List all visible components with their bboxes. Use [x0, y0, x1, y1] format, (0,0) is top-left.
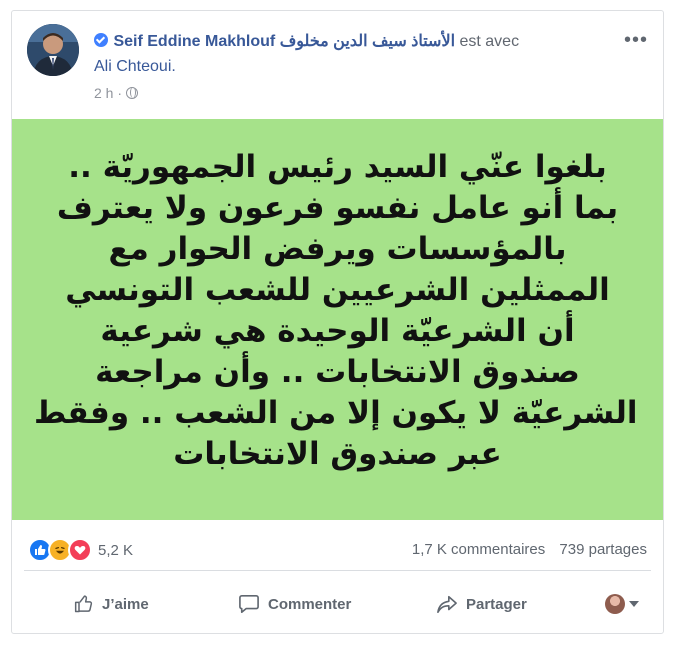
comment-bubble-icon — [239, 595, 259, 613]
reaction-as-selector[interactable] — [605, 594, 639, 614]
reaction-count[interactable]: 5,2 K — [98, 542, 133, 559]
post-meta: 2 h · — [94, 85, 139, 101]
post-time[interactable]: 2 h · — [94, 85, 122, 101]
share-arrow-icon — [437, 595, 457, 613]
thumbs-up-icon — [74, 595, 93, 613]
comment-button[interactable]: Commenter — [238, 594, 351, 614]
post-image-text: بلغوا عنّي السيد رئيس الجمهوريّة .. بما … — [34, 147, 638, 475]
image-text-line: بما أنو عامل نفسو فرعون ولا يعترف — [56, 189, 619, 226]
image-text-line: بالمؤسسات ويرفض الحوار مع — [108, 230, 567, 267]
image-text-line: الممثلين الشرعيين للشعب التونسي — [65, 271, 610, 308]
action-bar: J’aime Commenter Partager — [24, 581, 651, 627]
tagged-user[interactable]: Ali Chteoui. — [94, 58, 176, 76]
verified-badge-icon — [94, 33, 108, 47]
share-label: Partager — [466, 595, 527, 613]
love-reaction-icon — [68, 538, 92, 562]
caret-down-icon — [629, 601, 639, 607]
post-card: Seif Eddine Makhlouf الأستاذ سيف الدين م… — [11, 10, 664, 634]
comment-label: Commenter — [268, 595, 352, 613]
author-name[interactable]: Seif Eddine Makhlouf الأستاذ سيف الدين م… — [113, 33, 455, 50]
globe-icon[interactable] — [126, 87, 139, 99]
author-avatar[interactable] — [27, 24, 79, 76]
image-text-line: عبر صندوق الانتخابات — [173, 435, 502, 472]
shares-count[interactable]: 739 partages — [559, 541, 647, 558]
like-label: J’aime — [102, 595, 149, 613]
post-header: Seif Eddine Makhlouf الأستاذ سيف الدين م… — [12, 11, 663, 119]
comments-count[interactable]: 1,7 K commentaires — [412, 541, 545, 558]
image-text-line: الشرعيّة لا يكون إلا من الشعب .. وفقط — [34, 394, 638, 431]
author-line: Seif Eddine Makhlouf الأستاذ سيف الدين م… — [94, 31, 519, 51]
user-avatar — [605, 594, 625, 614]
image-text-line: بلغوا عنّي السيد رئيس الجمهوريّة .. — [68, 148, 607, 185]
reactions-summary[interactable]: 5,2 K — [28, 538, 133, 562]
post-stats: 5,2 K 1,7 K commentaires 739 partages — [24, 528, 651, 571]
engagement-counts: 1,7 K commentaires 739 partages — [412, 541, 647, 558]
with-text: est avec — [459, 33, 520, 50]
image-text-line: أن الشرعيّة الوحيدة هي شرعية — [100, 312, 575, 349]
post-image[interactable]: بلغوا عنّي السيد رئيس الجمهوريّة .. بما … — [12, 119, 663, 520]
more-options-icon[interactable]: ••• — [624, 29, 648, 52]
image-text-line: صندوق الانتخابات .. وأن مراجعة — [95, 353, 580, 390]
like-button[interactable]: J’aime — [74, 594, 149, 614]
share-button[interactable]: Partager — [436, 594, 527, 614]
